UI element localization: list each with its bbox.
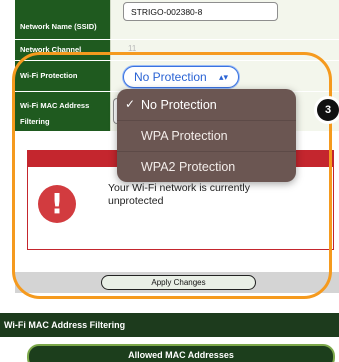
mac-filtering-section-title: Wi-Fi MAC Address Filtering <box>0 313 339 337</box>
step-badge: 3 <box>314 96 339 124</box>
ssid-row: Network Name (SSID) STRIGO-002380-8 <box>15 0 339 40</box>
menu-item-label: WPA2 Protection <box>141 160 236 174</box>
ssid-value-cell: STRIGO-002380-8 <box>110 0 339 39</box>
allowed-mac-addresses-button[interactable]: Allowed MAC Addresses <box>27 344 335 362</box>
ssid-input[interactable]: STRIGO-002380-8 <box>123 2 278 21</box>
menu-item-label: No Protection <box>141 97 217 112</box>
menu-item-wpa2[interactable]: WPA2 Protection <box>117 151 296 182</box>
menu-item-wpa[interactable]: WPA Protection <box>117 120 296 151</box>
menu-item-label: WPA Protection <box>141 129 228 143</box>
ssid-label: Network Name (SSID) <box>15 0 110 39</box>
protection-dropdown-menu: ✓ No Protection WPA Protection WPA2 Prot… <box>117 89 296 182</box>
check-icon: ✓ <box>125 97 136 111</box>
menu-item-no-protection[interactable]: ✓ No Protection <box>117 89 296 120</box>
